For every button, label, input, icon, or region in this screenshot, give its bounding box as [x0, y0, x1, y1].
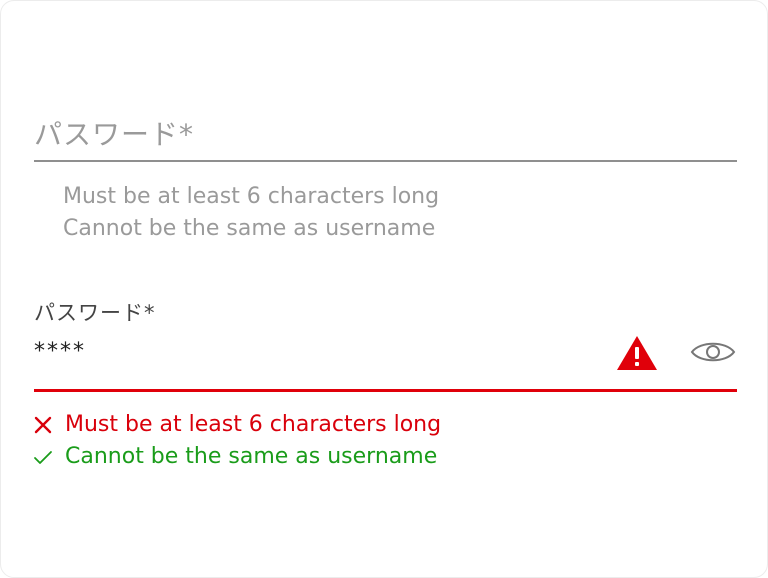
eye-icon[interactable]	[690, 338, 736, 366]
rule-not-username: Cannot be the same as username	[33, 441, 441, 473]
hint-min-length: Must be at least 6 characters long	[63, 184, 440, 209]
password-field-label: パスワード*	[34, 118, 195, 151]
check-icon	[34, 451, 52, 464]
rule-min-length: Must be at least 6 characters long	[33, 409, 441, 441]
password-field-label: パスワード*	[34, 301, 156, 325]
warning-triangle-icon	[617, 336, 657, 370]
cross-icon	[34, 416, 52, 434]
password-field-underline	[34, 160, 737, 162]
rule-not-username-text: Cannot be the same as username	[65, 444, 438, 469]
password-hints-neutral: Must be at least 6 characters long Canno…	[63, 181, 439, 245]
hint-not-username: Cannot be the same as username	[63, 216, 436, 241]
password-rules-validation: Must be at least 6 characters long Canno…	[33, 409, 441, 473]
password-field-error-underline	[34, 389, 737, 392]
form-card: パスワード* Must be at least 6 characters lon…	[0, 0, 768, 578]
rule-min-length-text: Must be at least 6 characters long	[65, 412, 442, 437]
password-field-error: パスワード* ****	[34, 295, 737, 395]
password-input[interactable]: ****	[34, 339, 86, 364]
